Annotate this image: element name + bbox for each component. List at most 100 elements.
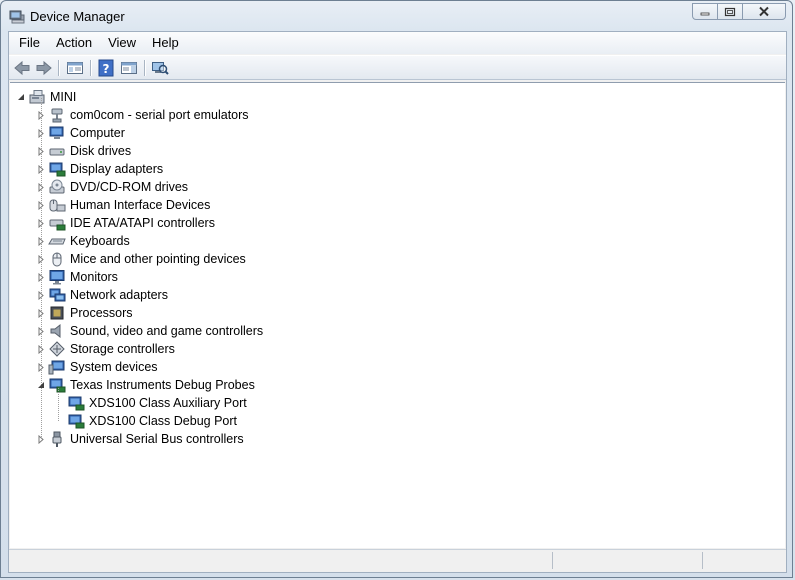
scan-hardware-icon	[152, 62, 169, 75]
sound-icon	[48, 323, 66, 339]
svg-text:?: ?	[103, 62, 110, 76]
tree-category-label: Storage controllers	[70, 342, 175, 356]
tree-device-item[interactable]: XDS100 Class Auxiliary Port	[55, 394, 247, 412]
expand-arrow-icon[interactable]	[36, 358, 46, 376]
tree-category-item[interactable]: Network adapters	[36, 286, 168, 304]
tree-device-label: XDS100 Class Auxiliary Port	[89, 396, 247, 410]
tree-category-label: Disk drives	[70, 144, 132, 158]
expand-arrow-icon[interactable]	[36, 340, 46, 358]
debug-port-icon	[67, 413, 85, 429]
tree-category-label: DVD/CD-ROM drives	[70, 180, 189, 194]
dvd-drive-icon	[48, 179, 66, 195]
debug-probe-icon	[48, 377, 66, 393]
system-devices-icon	[48, 359, 66, 375]
menu-bar: File Action View Help	[9, 32, 786, 54]
expand-arrow-icon[interactable]	[36, 232, 46, 250]
menu-view[interactable]: View	[100, 32, 144, 54]
tree-category-item[interactable]: Computer	[36, 124, 125, 142]
expand-arrow-icon[interactable]	[36, 304, 46, 322]
expand-arrow-icon[interactable]	[36, 430, 46, 448]
tree-category-item[interactable]: DVD/CD-ROM drives	[36, 178, 188, 196]
tree-category-item[interactable]: Texas Instruments Debug Probes	[36, 376, 255, 394]
processor-icon	[48, 305, 66, 321]
tree-category-label: com0com - serial port emulators	[70, 108, 249, 122]
mouse-icon	[48, 251, 66, 267]
expand-arrow-icon[interactable]	[36, 124, 46, 142]
tree-category-item[interactable]: System devices	[36, 358, 158, 376]
expand-arrow-icon[interactable]	[36, 268, 46, 286]
display-adapter-icon	[48, 161, 66, 177]
toolbar: ?	[9, 55, 786, 80]
scan-hardware-changes-button[interactable]	[151, 59, 169, 77]
close-button[interactable]	[742, 3, 786, 20]
status-bar	[9, 549, 786, 572]
hid-icon	[48, 197, 66, 213]
caption-buttons	[692, 3, 786, 20]
forward-arrow-icon	[36, 60, 52, 76]
monitor-icon	[48, 269, 66, 285]
maximize-icon	[724, 7, 736, 16]
tree-category-item[interactable]: Processors	[36, 304, 133, 322]
expand-arrow-icon[interactable]	[36, 286, 46, 304]
collapse-arrow-icon[interactable]	[36, 376, 46, 394]
network-adapter-icon	[48, 287, 66, 303]
menu-action[interactable]: Action	[48, 32, 100, 54]
tree-category-item[interactable]: Display adapters	[36, 160, 163, 178]
tree-category-label: Processors	[70, 306, 133, 320]
show-hide-console-tree-button[interactable]	[66, 59, 84, 77]
collapse-arrow-icon[interactable]	[16, 88, 26, 106]
menu-help[interactable]: Help	[144, 32, 187, 54]
title-bar[interactable]: Device Manager	[1, 1, 792, 31]
device-tree[interactable]: MINI com0com - serial port emulators Comp…	[10, 82, 785, 548]
tree-category-item[interactable]: Mice and other pointing devices	[36, 250, 246, 268]
expand-arrow-icon[interactable]	[36, 250, 46, 268]
computer-icon	[48, 125, 66, 141]
expand-arrow-icon[interactable]	[36, 196, 46, 214]
maximize-button[interactable]	[717, 3, 743, 20]
tree-device-item[interactable]: XDS100 Class Debug Port	[55, 412, 237, 430]
debug-port-icon	[67, 395, 85, 411]
tree-category-item[interactable]: Disk drives	[36, 142, 131, 160]
expand-arrow-icon[interactable]	[36, 160, 46, 178]
show-action-pane-button[interactable]	[120, 59, 138, 77]
back-arrow-icon	[14, 60, 30, 76]
help-button[interactable]: ?	[97, 59, 115, 77]
forward-button[interactable]	[35, 59, 53, 77]
tree-category-label: IDE ATA/ATAPI controllers	[70, 216, 215, 230]
tree-category-label: Display adapters	[70, 162, 164, 176]
tree-category-item[interactable]: Human Interface Devices	[36, 196, 210, 214]
expand-arrow-icon[interactable]	[36, 142, 46, 160]
window-title: Device Manager	[30, 9, 125, 24]
menu-file[interactable]: File	[9, 32, 48, 54]
usb-icon	[48, 431, 66, 447]
expand-arrow-icon[interactable]	[36, 214, 46, 232]
tree-category-item[interactable]: Keyboards	[36, 232, 130, 250]
console-tree-icon	[67, 62, 83, 74]
tree-category-item[interactable]: Storage controllers	[36, 340, 175, 358]
tree-category-label: Human Interface Devices	[70, 198, 211, 212]
expand-arrow-icon[interactable]	[36, 178, 46, 196]
minimize-button[interactable]	[692, 3, 718, 20]
status-divider	[702, 552, 703, 569]
tree-category-item[interactable]: Sound, video and game controllers	[36, 322, 263, 340]
expand-arrow-icon[interactable]	[36, 106, 46, 124]
back-button[interactable]	[13, 59, 31, 77]
tree-category-item[interactable]: com0com - serial port emulators	[36, 106, 249, 124]
root-label: MINI	[50, 90, 77, 104]
tree-category-item[interactable]: Universal Serial Bus controllers	[36, 430, 244, 448]
device-manager-window: Device Manager File Action View Help ? M…	[0, 0, 793, 578]
tree-category-label: System devices	[70, 360, 158, 374]
tree-root[interactable]: MINI	[16, 88, 76, 106]
ide-controller-icon	[48, 215, 66, 231]
tree-category-item[interactable]: IDE ATA/ATAPI controllers	[36, 214, 215, 232]
tree-category-label: Keyboards	[70, 234, 130, 248]
keyboard-icon	[48, 233, 66, 249]
status-divider	[552, 552, 553, 569]
action-pane-icon	[121, 62, 137, 74]
expand-arrow-icon[interactable]	[36, 322, 46, 340]
tree-category-item[interactable]: Monitors	[36, 268, 118, 286]
help-icon: ?	[98, 59, 114, 77]
tree-category-label: Computer	[70, 126, 125, 140]
